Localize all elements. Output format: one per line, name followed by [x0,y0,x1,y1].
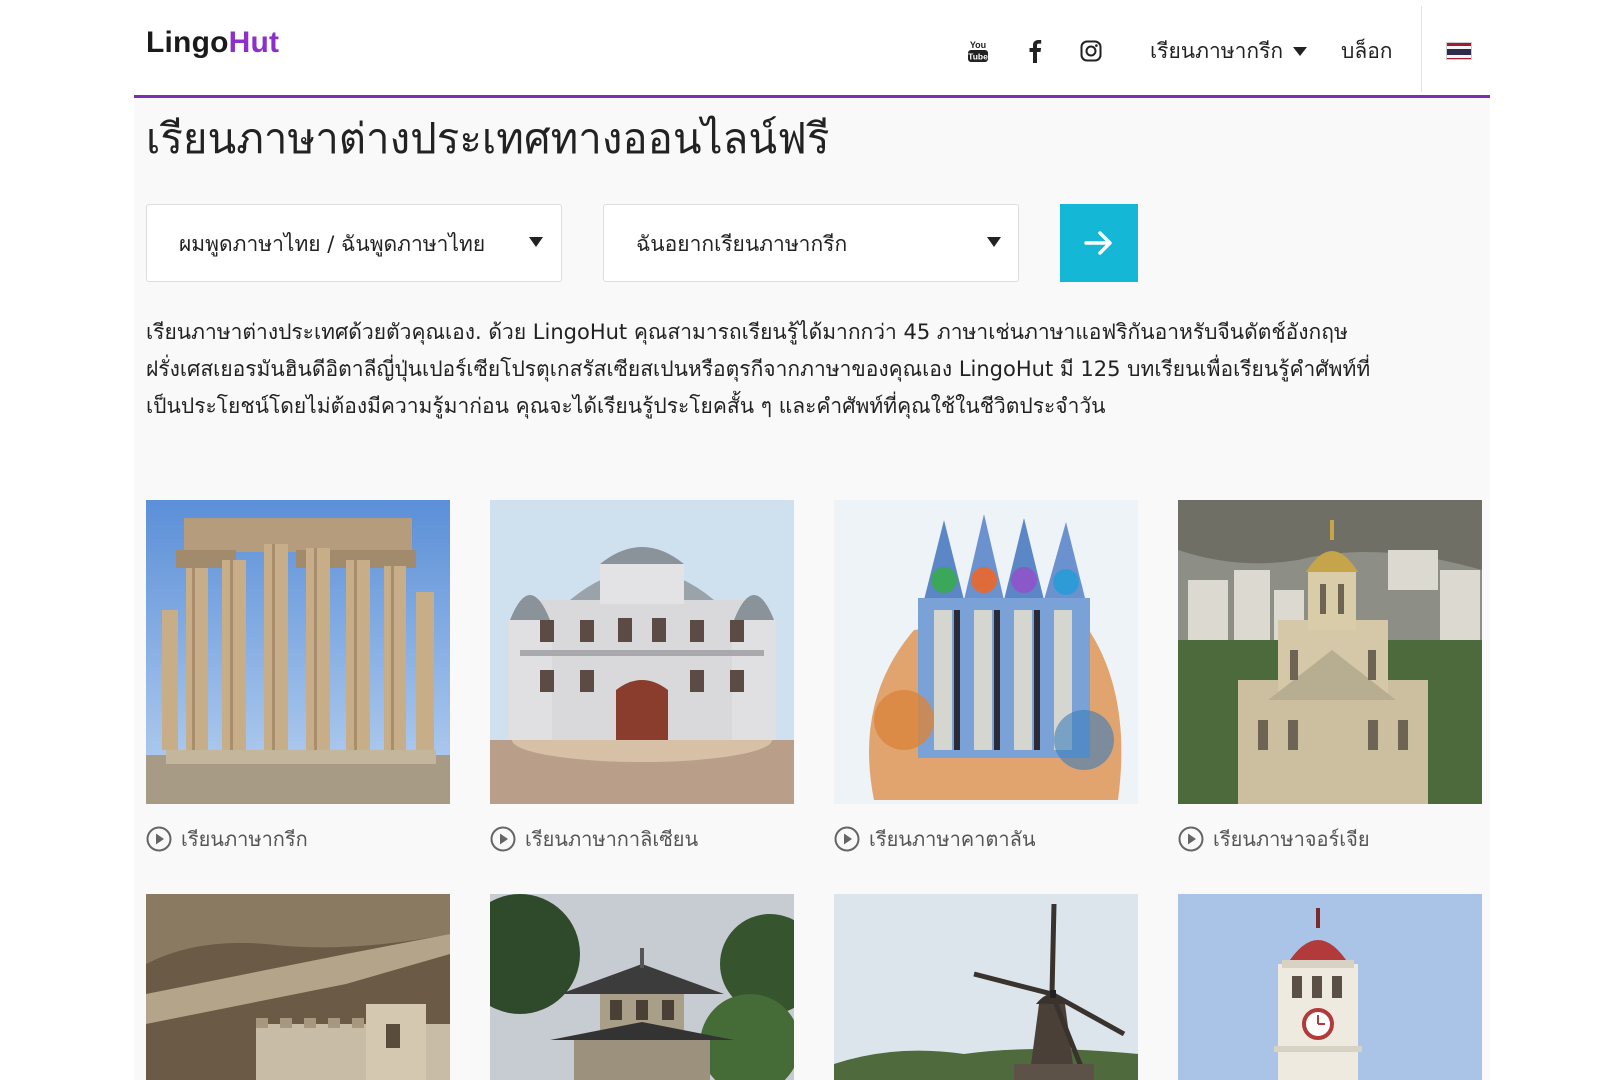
svg-text:You: You [970,40,986,50]
page-container: LingoHut You Tube เรียนภาษากรีก บล็อก เร… [134,0,1490,1080]
course-image[interactable] [834,894,1138,1080]
course-image[interactable] [834,500,1138,804]
course-label: เรียนภาษากรีก [181,827,308,851]
course-image[interactable] [490,500,794,804]
page-title: เรียนภาษาต่างประเทศทางออนไลน์ฟรี [146,114,830,163]
play-circle-icon [834,826,860,852]
course-image[interactable] [490,894,794,1080]
course-image[interactable] [1178,894,1482,1080]
intro-line: เป็นประโยชน์โดยไม่ต้องมีความรู้มาก่อน คุ… [146,394,1106,418]
native-language-select[interactable]: ผมพูดภาษาไทย / ฉันพูดภาษาไทย [146,204,562,282]
thailand-flag-icon[interactable] [1446,42,1472,60]
course-card-greek[interactable]: เรียนภาษากรีก [146,500,450,854]
intro-line: ฝรั่งเศสเยอรมันฮินดีอิตาลีญี่ปุ่นเปอร์เซ… [146,357,1371,381]
course-card-chinese[interactable] [146,894,450,1080]
facebook-icon[interactable] [1024,34,1046,68]
course-card-georgian[interactable]: เรียนภาษาจอร์เจีย [1178,500,1482,854]
course-label: เรียนภาษาจอร์เจีย [1213,827,1370,851]
play-circle-icon [490,826,516,852]
language-menu[interactable]: เรียนภาษากรีก [1150,34,1308,68]
instagram-icon[interactable] [1079,34,1103,68]
play-circle-icon [1178,826,1204,852]
course-card-japanese[interactable] [490,894,794,1080]
caret-down-icon [529,237,543,247]
arrow-right-icon [1084,231,1112,255]
course-card-catalan[interactable]: เรียนภาษาคาตาลัน [834,500,1138,854]
course-image[interactable] [146,500,450,804]
course-link[interactable]: เรียนภาษากาลิเซียน [490,824,794,854]
course-label: เรียนภาษากาลิเซียน [525,827,699,851]
top-nav: You Tube เรียนภาษากรีก บล็อก [134,34,1490,68]
course-card-dutch[interactable] [834,894,1138,1080]
nav-divider [1421,6,1422,92]
svg-text:Tube: Tube [968,52,988,62]
target-language-value: ฉันอยากเรียนภาษากรีก [636,231,848,256]
main-content: เรียนภาษาต่างประเทศทางออนไลน์ฟรี ผมพูดภา… [134,98,1490,1080]
youtube-icon[interactable]: You Tube [964,34,992,68]
course-link[interactable]: เรียนภาษาจอร์เจีย [1178,824,1482,854]
course-image[interactable] [146,894,450,1080]
site-header: LingoHut You Tube เรียนภาษากรีก บล็อก [134,0,1490,98]
course-link[interactable]: เรียนภาษาคาตาลัน [834,824,1138,854]
course-card-filipino[interactable] [1178,894,1482,1080]
course-card-galician[interactable]: เรียนภาษากาลิเซียน [490,500,794,854]
intro-paragraph: เรียนภาษาต่างประเทศด้วยตัวคุณเอง. ด้วย L… [146,314,1482,425]
language-menu-label: เรียนภาษากรีก [1150,38,1284,63]
course-label: เรียนภาษาคาตาลัน [869,827,1036,851]
course-link[interactable]: เรียนภาษากรีก [146,824,450,854]
course-image[interactable] [1178,500,1482,804]
play-circle-icon [146,826,172,852]
go-button[interactable] [1060,204,1138,282]
target-language-select[interactable]: ฉันอยากเรียนภาษากรีก [603,204,1019,282]
blog-link[interactable]: บล็อก [1341,34,1393,68]
caret-down-icon [1293,46,1308,56]
caret-down-icon [987,237,1001,247]
native-language-value: ผมพูดภาษาไทย / ฉันพูดภาษาไทย [179,231,486,256]
intro-line: เรียนภาษาต่างประเทศด้วยตัวคุณเอง. ด้วย L… [146,320,1348,344]
